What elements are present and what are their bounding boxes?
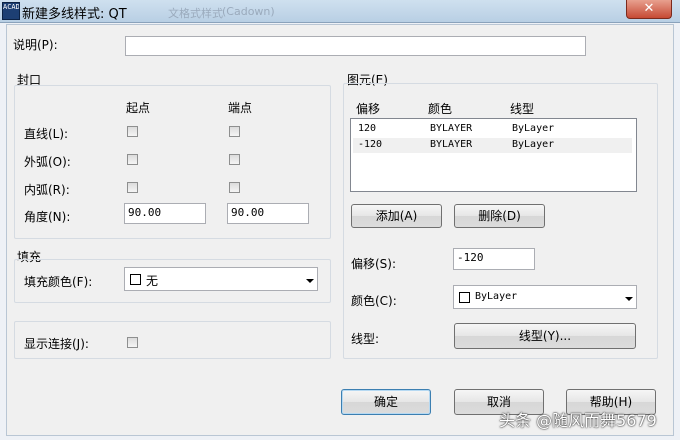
element-offset: 120 [358, 123, 377, 134]
background-window-text-2: (Cadown) [222, 5, 275, 18]
offset-input[interactable]: -120 [453, 248, 535, 270]
fill-color-dropdown[interactable]: 无 [124, 267, 318, 291]
chevron-down-icon [625, 297, 633, 301]
offset-label: 偏移(S): [351, 257, 397, 271]
element-row[interactable]: 120 BYLAYER ByLayer [353, 122, 632, 137]
angle-label: 角度(N): [24, 210, 71, 224]
element-color: BYLAYER [430, 123, 473, 134]
display-joints-label: 显示连接(J): [24, 337, 89, 351]
inner-arc-cap-label: 内弧(R): [24, 183, 70, 197]
elements-offset-header: 偏移 [356, 102, 381, 116]
dialog-body: 说明(P): 封口 起点 端点 直线(L): 外弧(O): 内弧(R): 角度(… [6, 24, 674, 436]
linetype-label: 线型: [351, 332, 380, 346]
outer-arc-start-checkbox[interactable] [127, 154, 138, 165]
element-row-selected[interactable]: -120 BYLAYER ByLayer [353, 138, 632, 153]
add-element-button[interactable]: 添加(A) [351, 204, 442, 228]
element-color-value: ByLayer [475, 291, 518, 302]
chevron-down-icon [306, 279, 314, 283]
line-cap-end-checkbox[interactable] [229, 126, 240, 137]
elements-linetype-header: 线型 [510, 102, 535, 116]
display-joints-checkbox[interactable] [127, 337, 138, 348]
autocad-app-icon: ACAD [2, 2, 20, 20]
line-cap-start-checkbox[interactable] [127, 126, 138, 137]
fill-color-label: 填充颜色(F): [24, 275, 93, 289]
element-color-dropdown[interactable]: ByLayer [453, 285, 637, 309]
inner-arc-end-checkbox[interactable] [229, 182, 240, 193]
outer-arc-cap-label: 外弧(O): [24, 155, 71, 169]
color-label: 颜色(C): [351, 294, 397, 308]
watermark-text: 头条 @随风而舞5679 [499, 411, 657, 430]
outer-arc-end-checkbox[interactable] [229, 154, 240, 165]
angle-start-input[interactable]: 90.00 [124, 203, 206, 224]
ok-button[interactable]: 确定 [341, 389, 431, 415]
element-color: BYLAYER [430, 139, 473, 150]
elements-color-header: 颜色 [428, 102, 453, 116]
element-linetype: ByLayer [512, 123, 555, 134]
inner-arc-start-checkbox[interactable] [127, 182, 138, 193]
background-window-text: 文格式样式 [168, 7, 223, 20]
caps-end-header: 端点 [228, 101, 253, 115]
window-title: 新建多线样式: QT [22, 7, 127, 22]
linetype-button[interactable]: 线型(Y)... [454, 323, 636, 349]
element-color-swatch [459, 292, 470, 303]
caps-start-header: 起点 [126, 101, 151, 115]
fill-color-value: 无 [146, 274, 159, 288]
delete-element-button[interactable]: 删除(D) [454, 204, 545, 228]
angle-end-input[interactable]: 90.00 [227, 203, 309, 224]
title-bar: ACAD 新建多线样式: QT 文格式样式 (Cadown) ✕ [0, 0, 680, 23]
close-button[interactable]: ✕ [626, 0, 672, 19]
description-input[interactable] [125, 36, 586, 56]
line-cap-label: 直线(L): [24, 127, 69, 141]
element-offset: -120 [358, 139, 383, 150]
elements-list[interactable]: 120 BYLAYER ByLayer -120 BYLAYER ByLayer [350, 118, 637, 192]
element-linetype: ByLayer [512, 139, 555, 150]
description-label: 说明(P): [13, 38, 58, 52]
fill-color-swatch [130, 274, 141, 285]
